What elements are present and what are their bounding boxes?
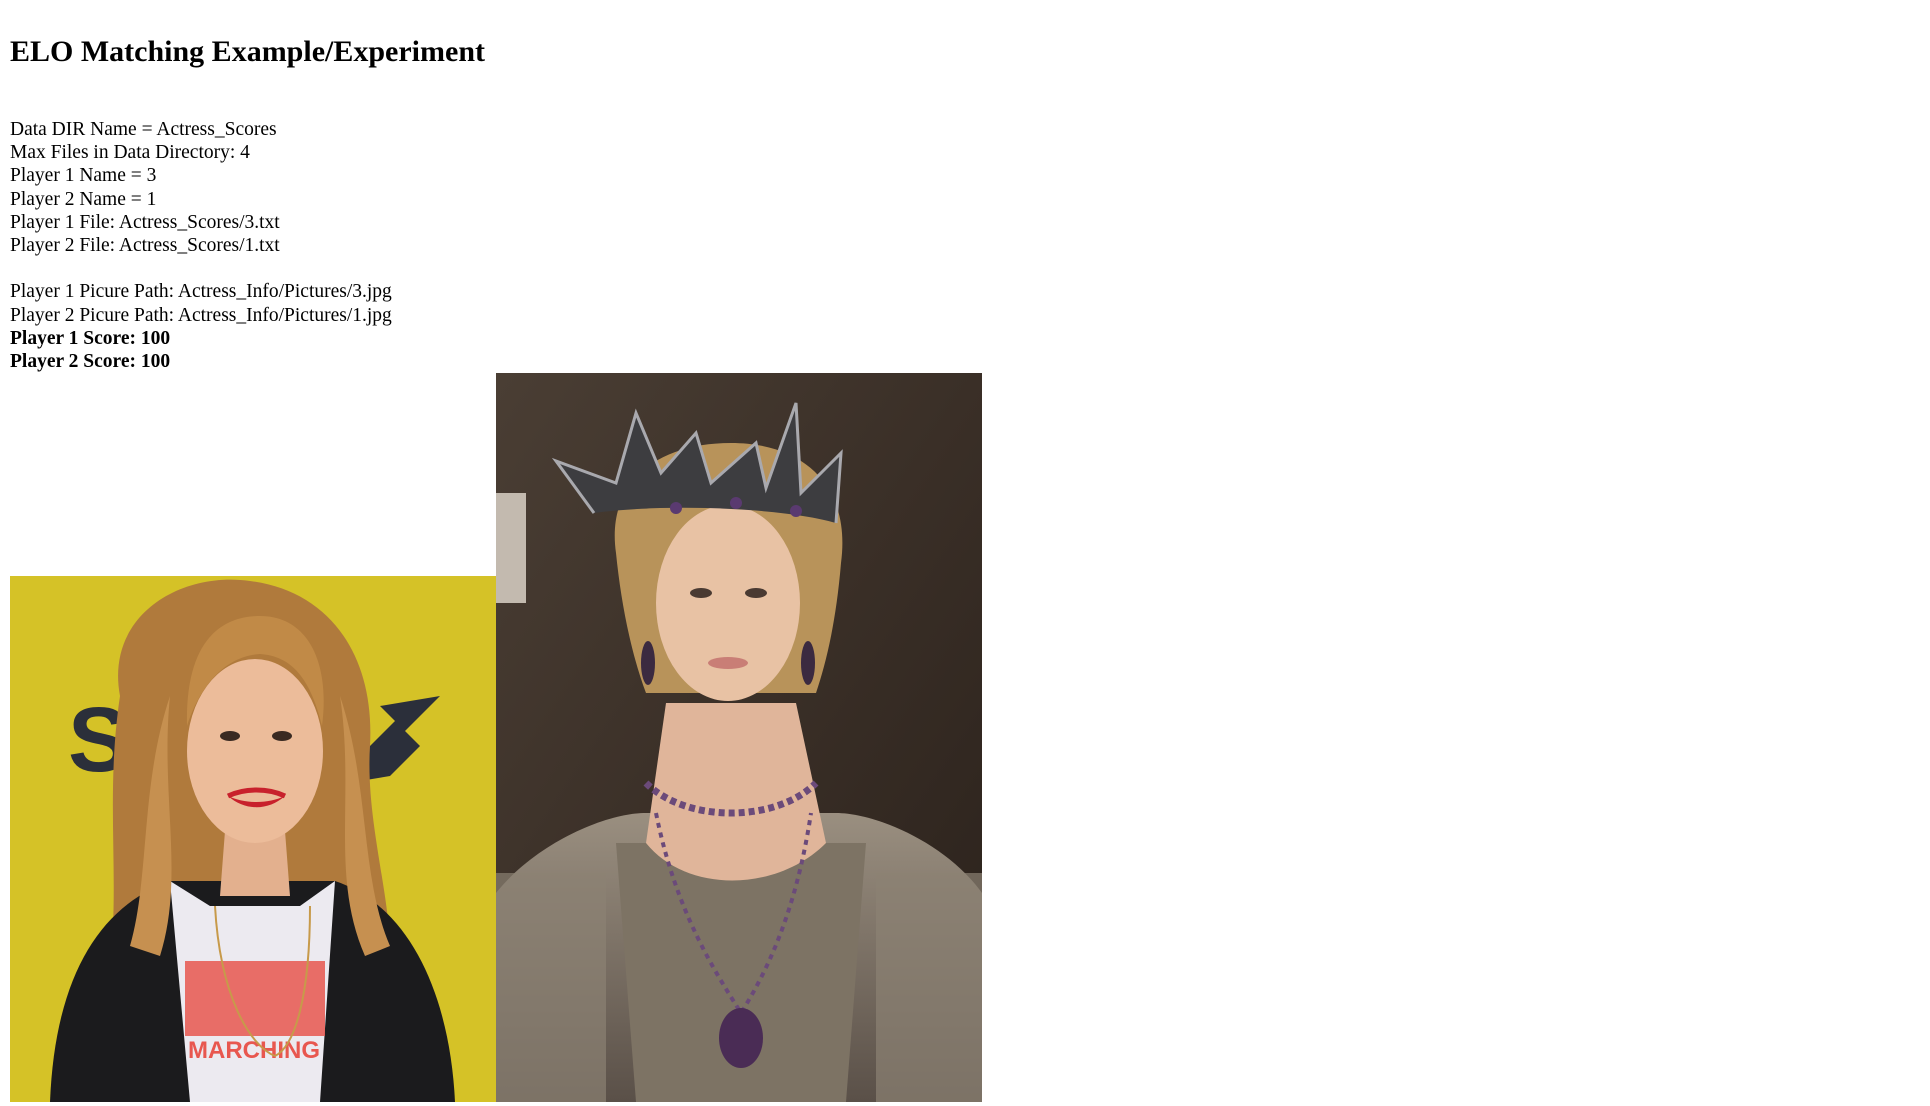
player2-picture-path-line: Player 2 Picure Path: Actress_Info/Pictu… [10,304,392,326]
player1-name-line: Player 1 Name = 3 [10,165,157,187]
shirt-print-text: MARCHING [188,1037,320,1064]
player1-file-line: Player 1 File: Actress_Scores/3.txt [10,211,280,233]
page-content: ELO Matching Example/Experiment Data DIR… [10,0,982,1102]
player-photos: SXSW MARCHING [10,373,990,1103]
player2-name-line: Player 2 Name = 1 [10,188,157,210]
player1-photo[interactable]: SXSW MARCHING [10,576,496,1102]
player2-file-line: Player 2 File: Actress_Scores/1.txt [10,234,280,256]
max-files-line: Max Files in Data Directory: 4 [10,142,250,164]
player1-score-line: Player 1 Score: 100 [10,327,171,349]
player2-photo[interactable] [496,373,982,1102]
data-dir-line: Data DIR Name = Actress_Scores [10,119,277,140]
info-block: Data DIR Name = Actress_Scores Max Files… [10,118,485,373]
player2-score-line: Player 2 Score: 100 [10,350,171,372]
player1-picture-path-line: Player 1 Picure Path: Actress_Info/Pictu… [10,281,392,303]
page-title: ELO Matching Example/Experiment [10,35,485,68]
